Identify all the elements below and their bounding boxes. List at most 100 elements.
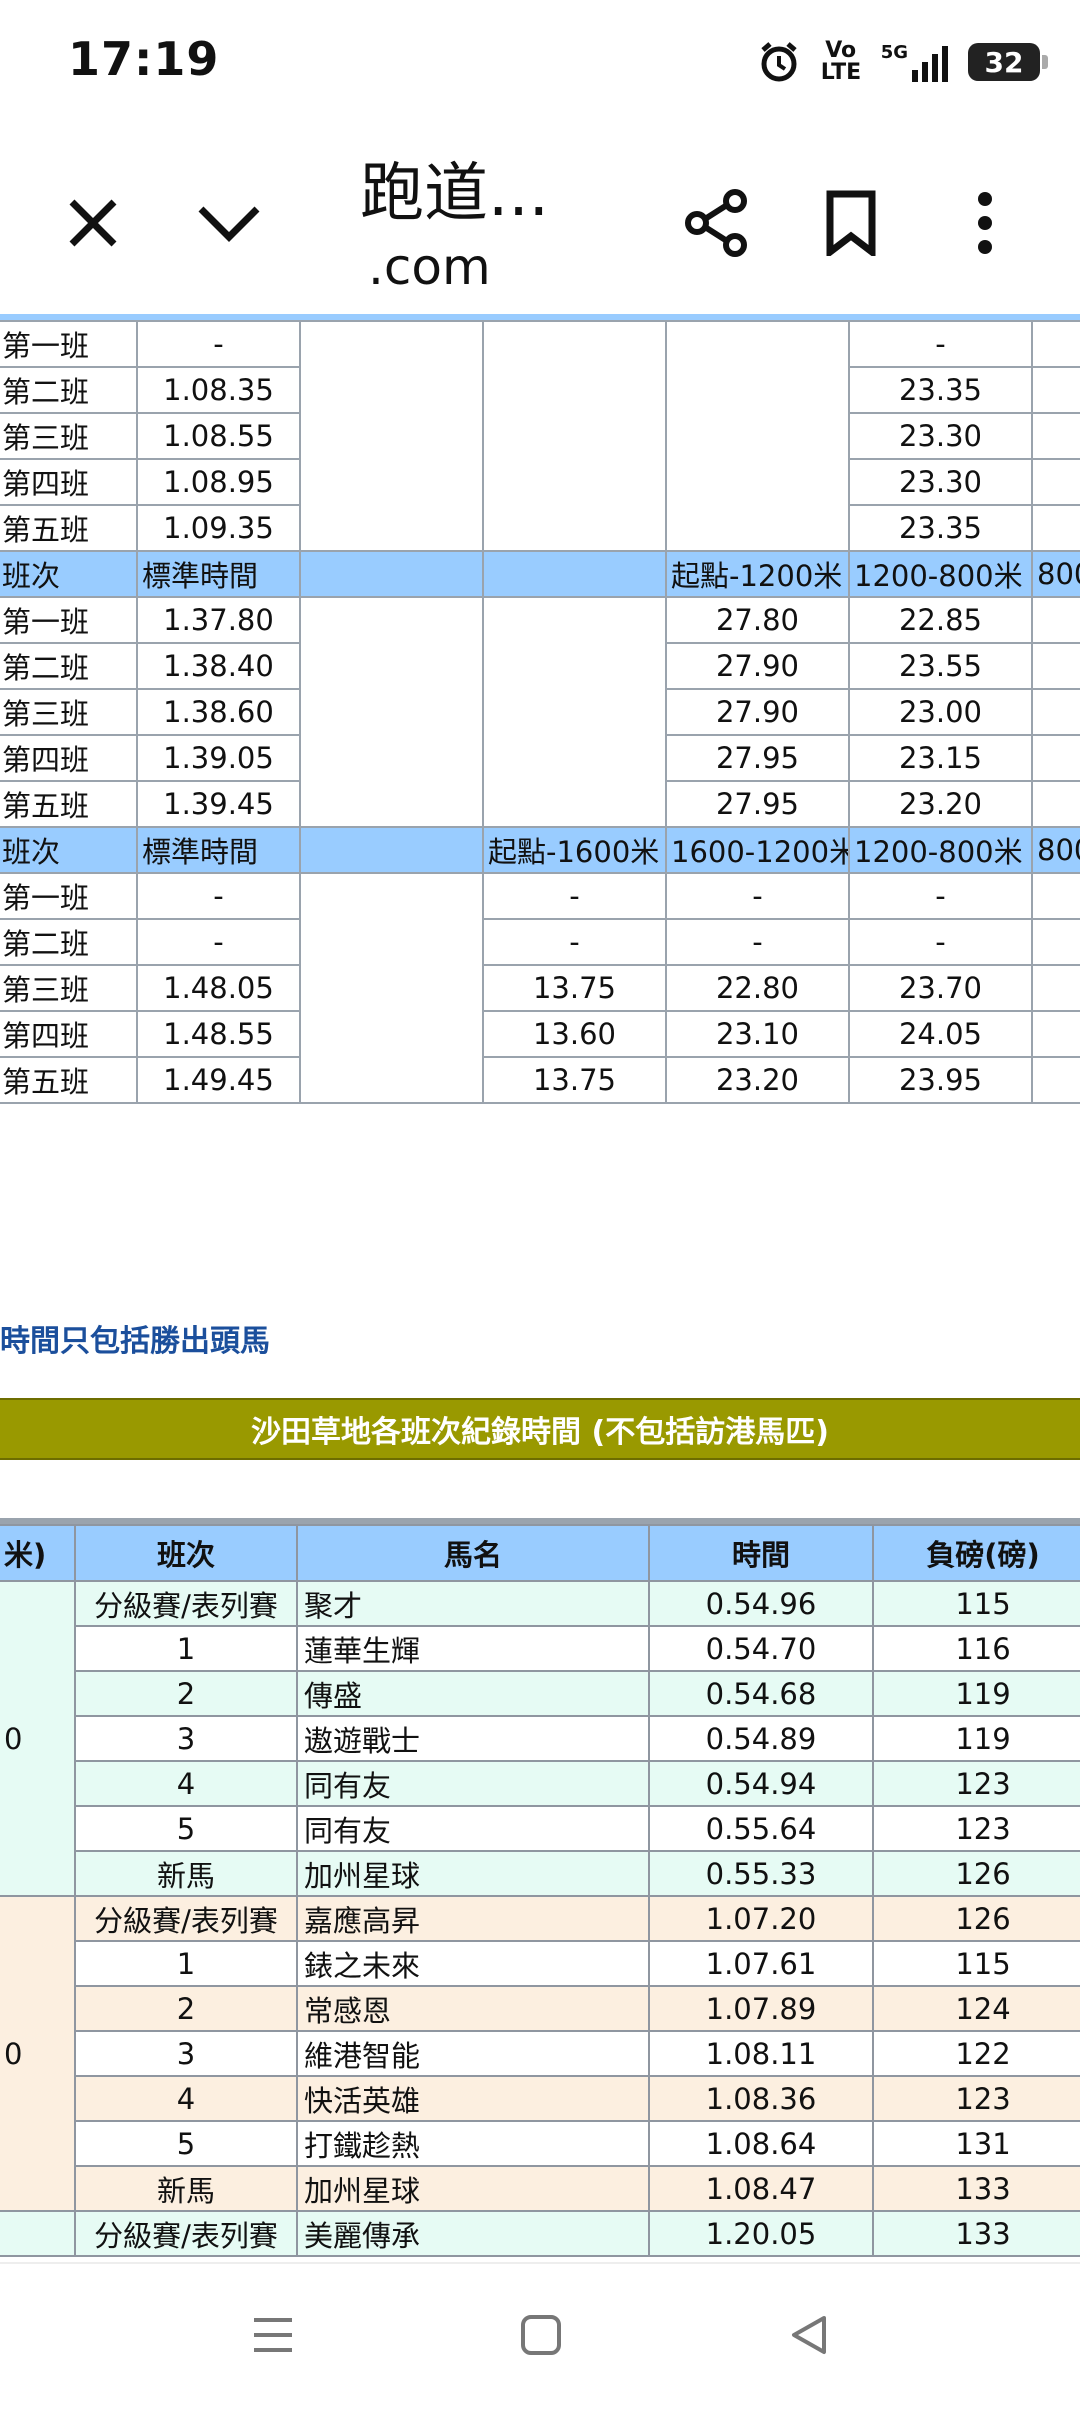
horse-cell: 加州星球	[296, 2165, 650, 2212]
split-cell: 23.15	[848, 734, 1033, 782]
horse-cell: 同有友	[296, 1760, 650, 1807]
split-cell: 23.00	[848, 688, 1033, 736]
time-cell: 0.54.68	[648, 1670, 874, 1717]
weight-cell: 126	[872, 1895, 1080, 1942]
weight-cell: 115	[872, 1940, 1080, 1987]
split-cell: 27.90	[665, 688, 850, 736]
share-icon[interactable]	[672, 178, 762, 268]
table-row: 第一班 - -	[0, 320, 1080, 552]
header-class: 班次	[0, 826, 138, 874]
header-time: 時間	[648, 1524, 874, 1582]
header-split-3: 800	[1031, 550, 1080, 598]
records-title: 沙田草地各班次紀錄時間 (不包括訪港馬匹)	[251, 1415, 829, 1450]
class-cell: 1	[74, 1625, 298, 1672]
more-menu-icon[interactable]	[940, 178, 1030, 268]
record-row: 1 蓮華生輝 0.54.70 116	[0, 1625, 1080, 1672]
weight-cell: 116	[872, 1625, 1080, 1672]
signal-icon: 5G	[881, 42, 948, 82]
horse-cell: 錶之未來	[296, 1940, 650, 1987]
time-cell: 0.55.64	[648, 1805, 874, 1852]
time-cell: 1.20.05	[648, 2210, 874, 2257]
record-row: 2 常感恩 1.07.89 124	[0, 1985, 1080, 2032]
split-cell: 13.60	[482, 1010, 667, 1058]
horse-cell: 加州星球	[296, 1850, 650, 1897]
split-cell: 23.35	[848, 366, 1033, 414]
class-cell: 第三班	[0, 688, 138, 736]
split-cell: -	[848, 918, 1033, 966]
header-split-2: 1200-800米	[848, 550, 1033, 598]
class-cell: 第五班	[0, 1056, 138, 1104]
horse-cell: 美麗傳承	[296, 2210, 650, 2257]
split-cell: -	[665, 872, 850, 920]
class-cell: 新馬	[74, 2165, 298, 2212]
time-cell: 1.39.45	[136, 780, 301, 828]
record-row: 3 維港智能 1.08.11 122	[0, 2030, 1080, 2077]
page-title: 跑道...	[360, 157, 550, 231]
split-cell: 24.05	[848, 1010, 1033, 1058]
class-cell: 第四班	[0, 458, 138, 506]
recent-apps-icon[interactable]	[250, 2312, 296, 2362]
back-icon[interactable]	[786, 2312, 832, 2362]
record-row: 新馬 加州星球 1.08.47 133	[0, 2165, 1080, 2212]
bookmark-icon[interactable]	[806, 178, 896, 268]
class-cell: 第三班	[0, 964, 138, 1012]
table-row: 第四班 1.48.55 13.60 23.10 24.05	[0, 1010, 1080, 1058]
home-icon[interactable]	[518, 2312, 564, 2362]
header-split-1: 起點-1200米	[665, 550, 850, 598]
header-weight: 負磅(磅)	[872, 1524, 1080, 1582]
alarm-icon	[761, 42, 797, 82]
time-cell: 1.08.64	[648, 2120, 874, 2167]
volte-icon: Vo LTE	[820, 38, 862, 85]
weight-cell: 124	[872, 1985, 1080, 2032]
weight-cell: 123	[872, 2075, 1080, 2122]
split-cell: 23.20	[848, 780, 1033, 828]
distance-cell: 0	[0, 1895, 76, 2212]
time-cell: 1.08.36	[648, 2075, 874, 2122]
close-icon[interactable]	[48, 178, 138, 268]
time-cell: 1.48.55	[136, 1010, 301, 1058]
header-horse: 馬名	[296, 1524, 650, 1582]
split-cell: 23.30	[848, 458, 1033, 506]
split-cell: -	[482, 872, 667, 920]
weight-cell: 133	[872, 2165, 1080, 2212]
header-split-3: 1200-800米	[848, 826, 1033, 874]
time-cell: 1.08.95	[136, 458, 301, 506]
class-cell: 分級賽/表列賽	[74, 1580, 298, 1627]
battery-icon: 32	[968, 43, 1048, 81]
class-cell: 2	[74, 1670, 298, 1717]
horse-cell: 打鐵趁熱	[296, 2120, 650, 2167]
class-cell: 1	[74, 1940, 298, 1987]
time-cell: 1.07.89	[648, 1985, 874, 2032]
chevron-down-icon[interactable]	[184, 178, 274, 268]
class-cell: 新馬	[74, 1850, 298, 1897]
table-row: 第二班 - - - -	[0, 918, 1080, 966]
record-row: 分級賽/表列賽 美麗傳承 1.20.05 133	[0, 2210, 1080, 2257]
time-cell: 1.49.45	[136, 1056, 301, 1104]
split-cell: 27.80	[665, 596, 850, 644]
time-cell: 1.09.35	[136, 504, 301, 552]
class-cell: 分級賽/表列賽	[74, 2210, 298, 2257]
header-distance: 米)	[0, 1524, 76, 1582]
class-cell: 分級賽/表列賽	[74, 1895, 298, 1942]
weight-cell: 122	[872, 2030, 1080, 2077]
class-cell: 第四班	[0, 1010, 138, 1058]
time-cell: -	[136, 918, 301, 966]
class-cell: 第四班	[0, 734, 138, 782]
split-cell: 23.70	[848, 964, 1033, 1012]
distance-cell: 0	[0, 1580, 76, 1897]
time-cell: 1.08.11	[648, 2030, 874, 2077]
record-row: 0 分級賽/表列賽 嘉應高昇 1.07.20 126	[0, 1895, 1080, 2212]
weight-cell: 123	[872, 1760, 1080, 1807]
horse-cell: 維港智能	[296, 2030, 650, 2077]
weight-cell: 119	[872, 1715, 1080, 1762]
table-row: 第一班 1.37.80 27.80 22.85	[0, 596, 1080, 828]
time-cell: 1.38.40	[136, 642, 301, 690]
time-cell: -	[136, 872, 301, 920]
split-cell: -	[482, 918, 667, 966]
class-cell: 第二班	[0, 918, 138, 966]
table-row: 第五班 1.49.45 13.75 23.20 23.95	[0, 1056, 1080, 1104]
split-cell: 27.95	[665, 780, 850, 828]
weight-cell: 119	[872, 1670, 1080, 1717]
time-cell: 0.54.94	[648, 1760, 874, 1807]
split-cell: 23.30	[848, 412, 1033, 460]
